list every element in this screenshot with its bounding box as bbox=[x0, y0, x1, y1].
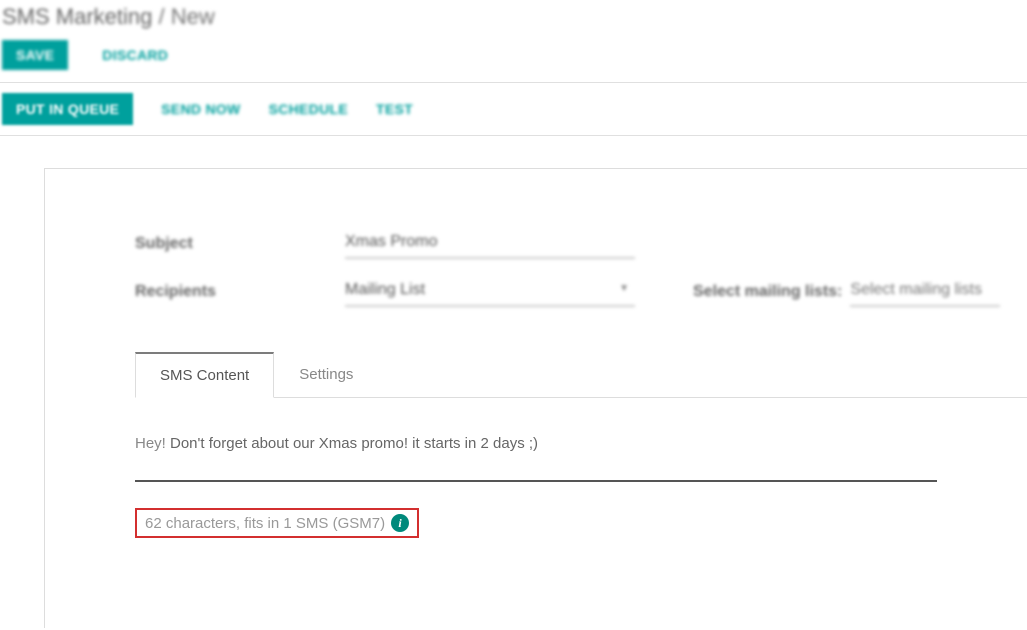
char-count-highlight: 62 characters, fits in 1 SMS (GSM7) i bbox=[135, 508, 419, 538]
tab-sms-content[interactable]: SMS Content bbox=[135, 352, 274, 398]
breadcrumb: SMS Marketing / New bbox=[0, 0, 1027, 40]
send-now-button[interactable]: SEND NOW bbox=[161, 101, 240, 117]
tabs: SMS Content Settings bbox=[135, 351, 1027, 398]
subject-row: Subject bbox=[135, 229, 1027, 259]
discard-button[interactable]: DISCARD bbox=[88, 40, 182, 70]
subject-input[interactable] bbox=[345, 229, 635, 259]
breadcrumb-main[interactable]: SMS Marketing bbox=[2, 4, 152, 29]
sms-hey: Hey! bbox=[135, 435, 166, 452]
schedule-button[interactable]: SCHEDULE bbox=[269, 101, 348, 117]
breadcrumb-current: New bbox=[171, 4, 215, 29]
breadcrumb-sep: / bbox=[159, 4, 165, 29]
mailing-list-label: Select mailing lists: bbox=[693, 283, 842, 301]
char-count-text: 62 characters, fits in 1 SMS (GSM7) bbox=[145, 515, 385, 532]
info-icon[interactable]: i bbox=[391, 514, 409, 532]
sms-textarea[interactable]: Hey! Don't forget about our Xmas promo! … bbox=[135, 426, 937, 482]
action-bar: PUT IN QUEUE SEND NOW SCHEDULE TEST bbox=[0, 82, 1027, 136]
test-button[interactable]: TEST bbox=[376, 101, 413, 117]
save-button[interactable]: SAVE bbox=[2, 40, 68, 70]
recipients-dropdown[interactable]: ▼ bbox=[345, 277, 635, 307]
put-in-queue-button[interactable]: PUT IN QUEUE bbox=[2, 93, 133, 125]
mailing-list-input[interactable] bbox=[850, 277, 1000, 307]
mailing-list-select-wrap: Select mailing lists: bbox=[693, 277, 1000, 307]
sms-content-panel: Hey! Don't forget about our Xmas promo! … bbox=[135, 426, 1027, 538]
recipients-row: Recipients ▼ Select mailing lists: bbox=[135, 277, 1027, 307]
subject-label: Subject bbox=[135, 235, 335, 253]
chevron-down-icon: ▼ bbox=[619, 283, 629, 294]
recipients-value[interactable] bbox=[345, 277, 635, 307]
sms-body: Don't forget about our Xmas promo! it st… bbox=[166, 435, 538, 452]
tab-settings[interactable]: Settings bbox=[274, 352, 378, 398]
form-card: Subject Recipients ▼ Select mailing list… bbox=[44, 168, 1027, 628]
recipients-label: Recipients bbox=[135, 283, 335, 301]
top-button-row: SAVE DISCARD bbox=[0, 40, 1027, 82]
